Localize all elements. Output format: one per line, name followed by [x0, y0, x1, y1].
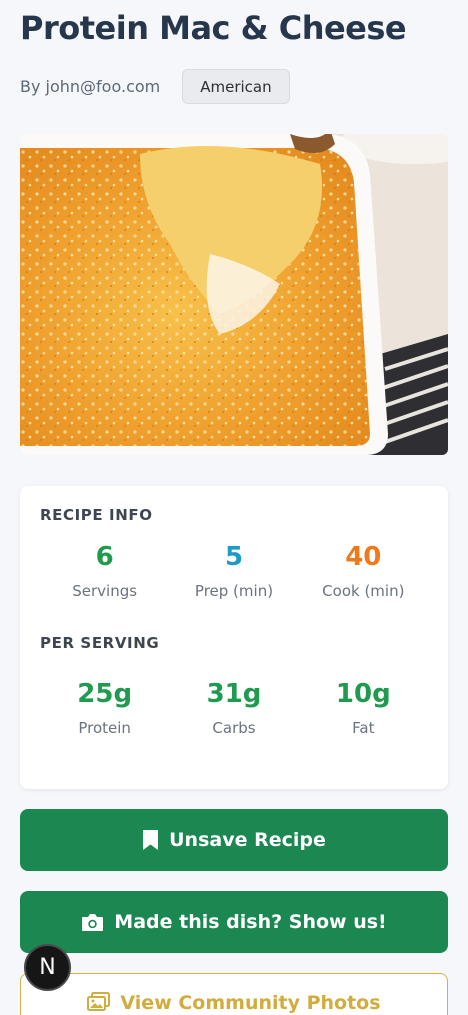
- bookmark-icon: [142, 829, 159, 851]
- stat-carbs: 31g Carbs: [169, 677, 298, 739]
- unsave-recipe-button[interactable]: Unsave Recipe: [20, 809, 448, 871]
- recipe-title: Protein Mac & Cheese: [20, 9, 407, 47]
- recipe-info-label: RECIPE INFO: [40, 506, 153, 524]
- made-this-dish-label: Made this dish? Show us!: [114, 911, 387, 933]
- protein-label: Protein: [78, 719, 131, 737]
- camera-icon: [81, 913, 104, 932]
- per-serving-stats: 25g Protein 31g Carbs 10g Fat: [40, 677, 428, 739]
- stat-servings: 6 Servings: [40, 540, 169, 602]
- per-serving-label: PER SERVING: [40, 634, 160, 652]
- recipe-info-card: RECIPE INFO 6 Servings 5 Prep (min) 40 C…: [20, 486, 448, 789]
- prep-label: Prep (min): [194, 582, 274, 600]
- servings-label: Servings: [72, 582, 138, 600]
- unsave-recipe-label: Unsave Recipe: [169, 829, 326, 851]
- cook-label: Cook (min): [322, 582, 405, 600]
- protein-value: 25g: [77, 679, 133, 709]
- carbs-label: Carbs: [212, 719, 256, 737]
- recipe-hero-image: [20, 134, 448, 455]
- cook-value: 40: [345, 542, 382, 572]
- servings-value: 6: [95, 542, 114, 572]
- prep-value: 5: [224, 542, 244, 572]
- made-this-dish-button[interactable]: Made this dish? Show us!: [20, 891, 448, 953]
- cuisine-tag[interactable]: American: [182, 69, 290, 104]
- stat-prep: 5 Prep (min): [169, 540, 298, 602]
- mac-and-cheese-photo: [20, 134, 448, 455]
- fat-value: 10g: [335, 679, 391, 709]
- view-community-photos-button[interactable]: View Community Photos: [20, 973, 448, 1015]
- next-dev-tools-button[interactable]: N: [24, 944, 71, 991]
- recipe-page: Protein Mac & Cheese By john@foo.com Ame…: [0, 0, 468, 1015]
- fat-label: Fat: [352, 719, 375, 737]
- view-community-photos-label: View Community Photos: [120, 992, 381, 1014]
- images-icon: [87, 992, 111, 1012]
- author-text: By john@foo.com: [20, 77, 161, 96]
- stat-protein: 25g Protein: [40, 677, 169, 739]
- stat-cook: 40 Cook (min): [299, 540, 428, 602]
- recipe-meta: By john@foo.com American: [20, 69, 448, 104]
- recipe-info-stats: 6 Servings 5 Prep (min) 40 Cook (min): [40, 540, 428, 602]
- stat-fat: 10g Fat: [299, 677, 428, 739]
- carbs-value: 31g: [206, 679, 262, 709]
